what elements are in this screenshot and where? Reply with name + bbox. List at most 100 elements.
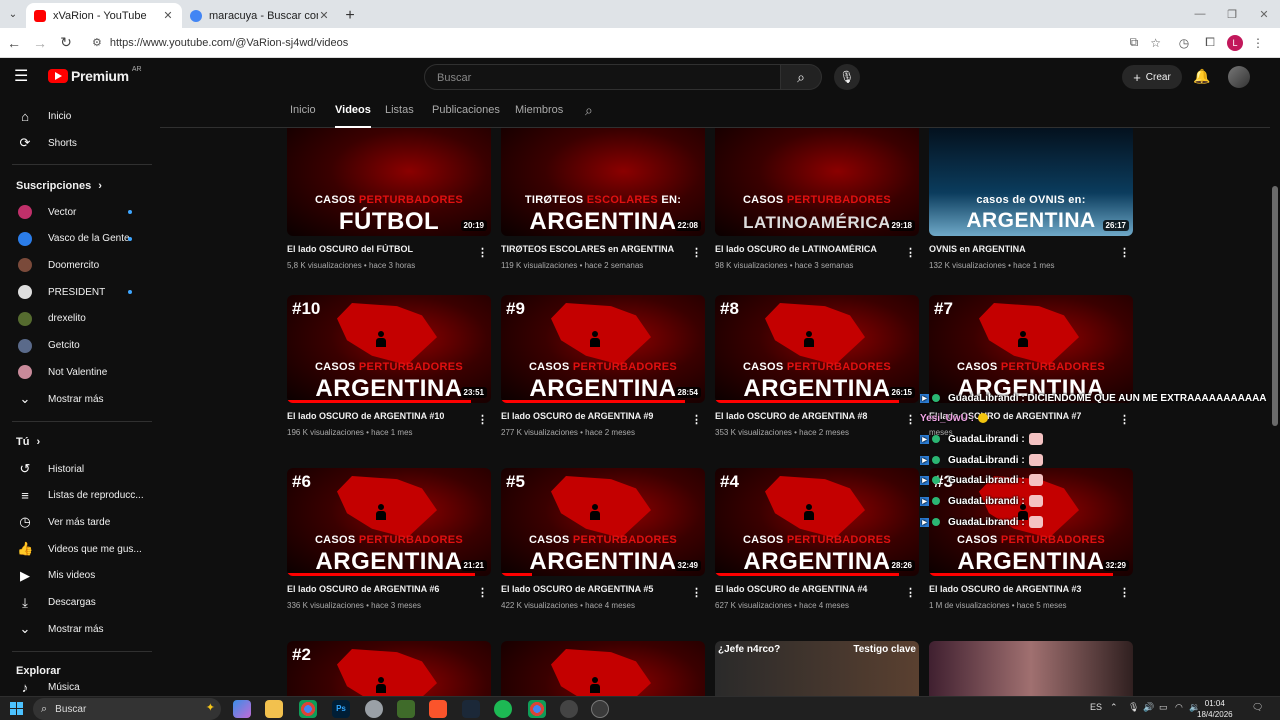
browser-tab-google[interactable]: maracuya - Buscar con Google ✕	[182, 3, 338, 28]
tab-search-button[interactable]: ⌄	[0, 3, 26, 25]
reload-button[interactable]: ↻	[54, 31, 78, 55]
sidebar-you-item[interactable]: ◷ Ver más tarde	[0, 509, 150, 535]
search-button[interactable]: ⌕	[781, 64, 822, 90]
microphone-icon[interactable]: 🎙	[1128, 702, 1139, 713]
windows-start-icon[interactable]	[10, 702, 23, 715]
sidebar-you-item[interactable]: 👍 Videos que me gus...	[0, 536, 150, 562]
new-tab-button[interactable]: +	[338, 4, 362, 28]
notification-center-icon[interactable]: 🗨	[1252, 702, 1263, 713]
chrome-icon[interactable]	[299, 700, 317, 718]
chrome-profile-icon[interactable]	[528, 700, 546, 718]
notifications-bell-icon[interactable]: 🔔	[1193, 68, 1210, 85]
display-icon[interactable]: ▭	[1159, 702, 1168, 713]
restore-icon[interactable]: ❐	[1216, 0, 1248, 28]
video-menu-icon[interactable]: ⋮	[477, 413, 488, 426]
site-info-icon[interactable]: ⚙	[92, 36, 102, 49]
video-menu-icon[interactable]: ⋮	[691, 413, 702, 426]
voice-search-button[interactable]: 🎙	[834, 64, 860, 90]
video-title[interactable]: El lado OSCURO de LATINOAMÉRICA	[715, 244, 899, 254]
sidebar-subscription-item[interactable]: PRESIDENT	[0, 279, 150, 305]
video-menu-icon[interactable]: ⋮	[477, 246, 488, 259]
scrollbar-thumb[interactable]	[1272, 186, 1278, 426]
video-card[interactable]: CASOS PERTURBADORES FÚTBOL 20:19 El lado OS…	[287, 128, 491, 270]
wifi-icon[interactable]: ◠	[1175, 702, 1183, 713]
minimize-icon[interactable]: —	[1184, 0, 1216, 28]
close-tab-icon[interactable]: ✕	[162, 9, 174, 22]
video-menu-icon[interactable]: ⋮	[691, 586, 702, 599]
video-card[interactable]: #4 CASOS PERTURBADORES ARGENTINA 28:26 El la…	[715, 468, 919, 610]
video-card[interactable]	[929, 641, 1133, 696]
page-scrollbar[interactable]	[1270, 96, 1280, 696]
video-menu-icon[interactable]: ⋮	[905, 586, 916, 599]
tab-miembros[interactable]: Miembros	[515, 104, 563, 116]
video-thumbnail[interactable]: CASOS PERTURBADORES FÚTBOL 20:19	[287, 128, 491, 236]
video-menu-icon[interactable]: ⋮	[905, 413, 916, 426]
video-thumbnail[interactable]	[929, 641, 1133, 696]
video-card[interactable]: casos de OVNIS en: ARGENTINA 26:17 OVNIS e…	[929, 128, 1133, 270]
browser-tab-youtube[interactable]: xVaRion - YouTube ✕	[26, 3, 182, 28]
close-tab-icon[interactable]: ✕	[318, 9, 330, 22]
guide-menu-icon[interactable]: ☰	[14, 68, 34, 86]
video-thumbnail[interactable]: #6 CASOS PERTURBADORES ARGENTINA 21:21	[287, 468, 491, 576]
file-explorer-icon[interactable]	[265, 700, 283, 718]
sidebar-subscription-item[interactable]: Getcito	[0, 333, 150, 359]
spotify-icon[interactable]	[494, 700, 512, 718]
audio-icon[interactable]: 🔊	[1143, 702, 1154, 713]
sidebar-subscription-item[interactable]: drexelito	[0, 306, 150, 332]
show-more-subscriptions[interactable]: ⌄ Mostrar más	[0, 386, 150, 412]
sidebar-subscription-item[interactable]: Vector	[0, 199, 150, 225]
account-avatar[interactable]	[1228, 66, 1250, 88]
video-thumbnail[interactable]: #4 CASOS PERTURBADORES ARGENTINA 28:26	[715, 468, 919, 576]
video-thumbnail[interactable]: #7 CASOS PERTURBADORES ARGENTINA	[929, 295, 1133, 403]
system-clock[interactable]: 01:04 18/4/2026	[1197, 698, 1233, 720]
forward-button[interactable]: →	[28, 31, 52, 55]
brave-icon[interactable]	[429, 700, 447, 718]
sidebar-item-inicio[interactable]: ⌂ Inicio	[0, 103, 150, 129]
video-thumbnail[interactable]: ¿Jefe n4rco? Testigo clave	[715, 641, 919, 696]
address-bar[interactable]: ⚙ https://www.youtube.com/@VaRion-sj4wd/…	[84, 30, 1169, 55]
video-thumbnail[interactable]: #10 CASOS PERTURBADORES ARGENTINA 23:51	[287, 295, 491, 403]
you-header[interactable]: Tú ›	[16, 436, 40, 448]
taskbar-search-box[interactable]: ⌕ Buscar ✦	[33, 698, 221, 720]
video-menu-icon[interactable]: ⋮	[1119, 586, 1130, 599]
sidebar-subscription-item[interactable]: Vasco de la Gente	[0, 226, 150, 252]
video-menu-icon[interactable]: ⋮	[1119, 246, 1130, 259]
video-title[interactable]: El lado OSCURO del FÚTBOL	[287, 244, 471, 254]
video-card[interactable]: ¿Jefe n4rco? Testigo clave	[715, 641, 919, 696]
video-card[interactable]: #9 CASOS PERTURBADORES ARGENTINA 28:54 El la…	[501, 295, 705, 437]
tab-videos[interactable]: Videos	[335, 104, 371, 128]
video-title[interactable]: El lado OSCURO de ARGENTINA #3	[929, 584, 1113, 594]
video-title[interactable]: El lado OSCURO de ARGENTINA #9	[501, 411, 685, 421]
video-card[interactable]: CASOS PERTURBADORES LATINOAMÉRICA 29:18 El …	[715, 128, 919, 270]
sidebar-you-item[interactable]: ⤓ Descargas	[0, 590, 150, 616]
show-hidden-icons-icon[interactable]: ⌃	[1110, 702, 1118, 713]
obs-studio-icon[interactable]	[560, 700, 578, 718]
video-menu-icon[interactable]: ⋮	[691, 246, 702, 259]
sidebar-subscription-item[interactable]: Doomercito	[0, 252, 150, 278]
install-app-icon[interactable]: ⧉	[1130, 35, 1139, 50]
video-thumbnail[interactable]: CASOS PERTURBADORES LATINOAMÉRICA 29:18	[715, 128, 919, 236]
video-menu-icon[interactable]: ⋮	[905, 246, 916, 259]
sidebar-you-item[interactable]: ≡ Listas de reproducc...	[0, 483, 150, 509]
tab-publicaciones[interactable]: Publicaciones	[432, 104, 500, 116]
video-menu-icon[interactable]: ⋮	[477, 586, 488, 599]
video-thumbnail[interactable]: #2	[287, 641, 491, 696]
tab-listas[interactable]: Listas	[385, 104, 414, 116]
sidebar-you-item[interactable]: ▶ Mis videos	[0, 563, 150, 589]
channel-search-icon[interactable]: ⌕	[585, 102, 593, 119]
minecraft-app-icon[interactable]	[397, 700, 415, 718]
video-card[interactable]: #2	[287, 641, 491, 696]
extensions-icon[interactable]: ⧠	[1199, 32, 1221, 54]
video-title[interactable]: El lado OSCURO de ARGENTINA #6	[287, 584, 471, 594]
back-button[interactable]: ←	[2, 31, 26, 55]
create-button[interactable]: + Crear	[1122, 65, 1182, 89]
video-thumbnail[interactable]	[501, 641, 705, 696]
photoshop-icon[interactable]: Ps	[332, 700, 350, 718]
bookmark-star-icon[interactable]: ☆	[1150, 36, 1161, 50]
sidebar-item-musica[interactable]: ♪ Música	[0, 680, 150, 694]
video-title[interactable]: OVNIS en ARGENTINA	[929, 244, 1113, 254]
obs-app-icon[interactable]	[365, 700, 383, 718]
video-title[interactable]: El lado OSCURO de ARGENTINA #8	[715, 411, 899, 421]
copilot-app-icon[interactable]	[233, 700, 251, 718]
video-thumbnail[interactable]: #8 CASOS PERTURBADORES ARGENTINA 26:15	[715, 295, 919, 403]
